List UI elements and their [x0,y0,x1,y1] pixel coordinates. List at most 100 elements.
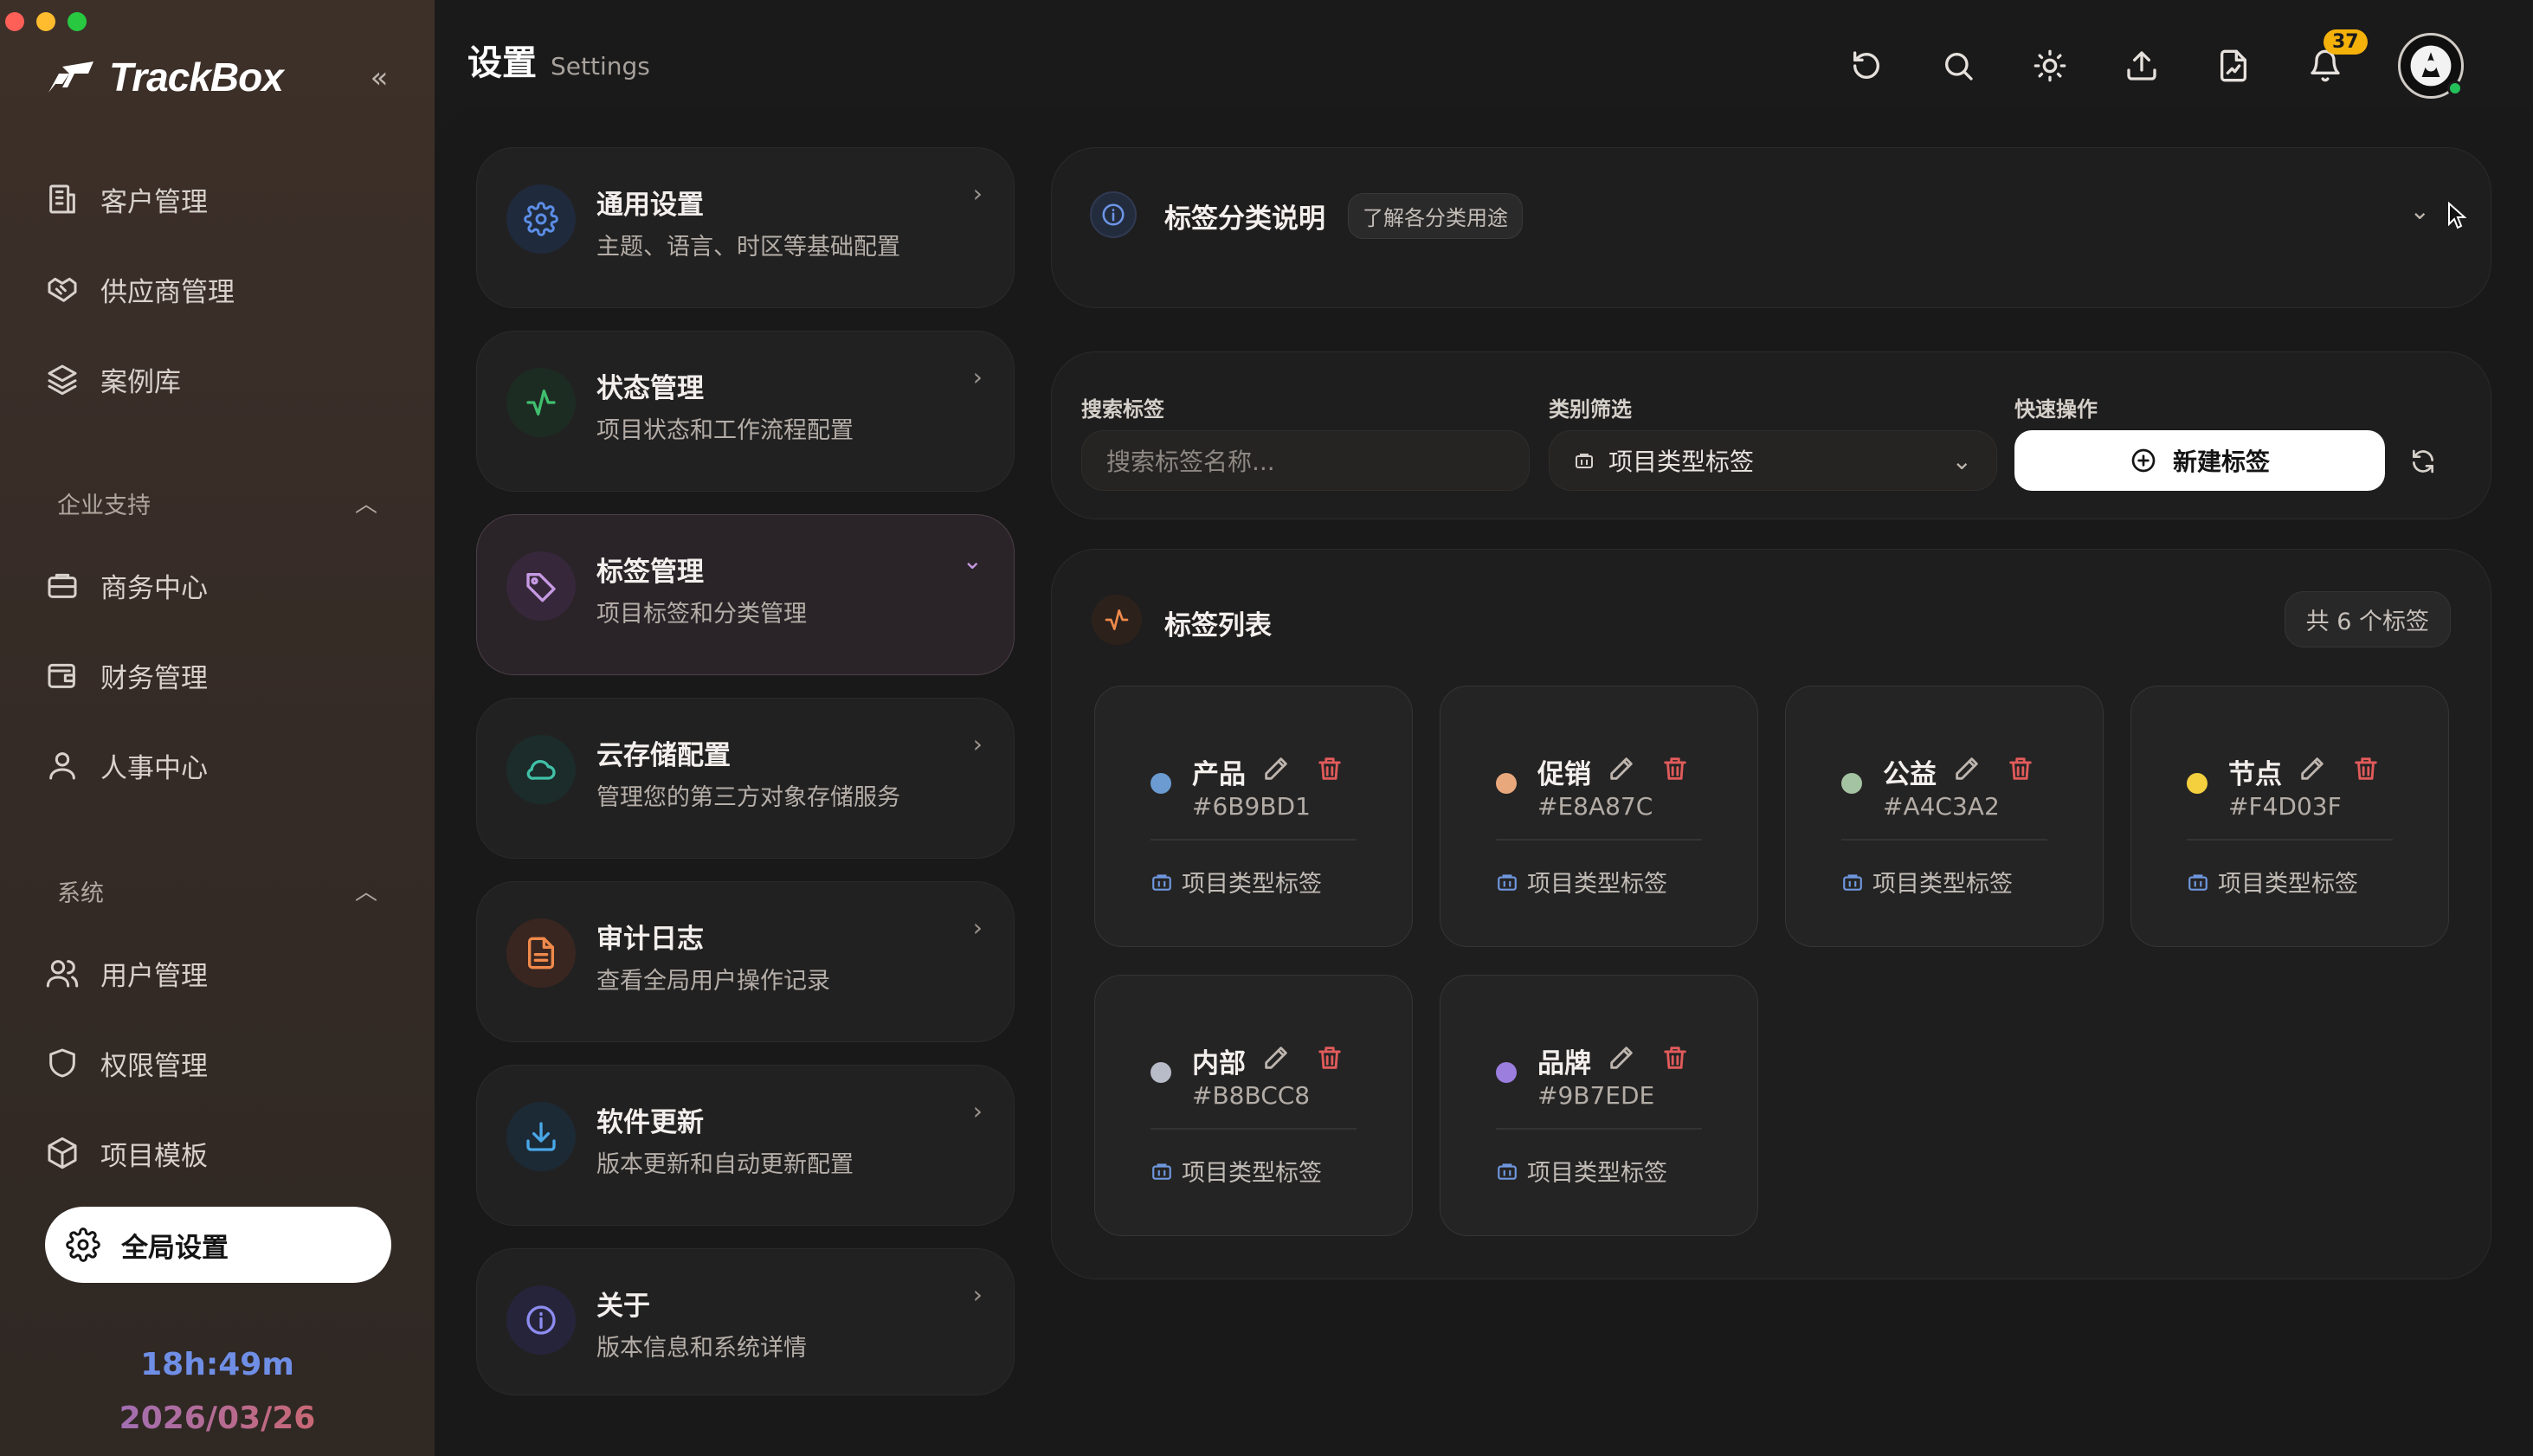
notification-badge: 37 [2324,29,2368,55]
user-avatar[interactable] [2398,33,2464,99]
tag-card[interactable]: 内部 #B8BCC8 项目类型标签 [1094,975,1413,1236]
trash-icon[interactable] [2006,754,2035,783]
chevron-down-icon[interactable]: ⌄ [2410,196,2430,225]
new-tag-button[interactable]: 新建标签 [2014,430,2385,491]
collapse-sidebar-button[interactable]: « [362,61,396,95]
tag-card[interactable]: 促销 #E8A87C 项目类型标签 [1440,686,1758,947]
edit-icon[interactable] [1607,1043,1636,1073]
search-button[interactable] [1939,47,1977,85]
tag-card[interactable]: 品牌 #9B7EDE 项目类型标签 [1440,975,1758,1236]
settings-card-title: 云存储配置 [596,740,731,771]
trash-icon[interactable] [1660,754,1690,783]
sidebar-item-permissions[interactable]: 权限管理 [45,1028,391,1098]
search-icon [1945,53,1973,81]
sidebar: TrackBox « 客户管理 供应商管理 案例库 企业支持 ︿ 商务中心 财务… [0,0,435,1456]
tag-category-info-panel[interactable]: 标签分类说明 了解各分类用途 ⌄ [1051,147,2491,308]
tag-category-label: 项目类型标签 [1527,871,1667,898]
tag-color-dot [2187,773,2208,794]
category-filter-select[interactable]: 项目类型标签 ⌄ [1549,430,1997,491]
edit-icon[interactable] [1607,754,1636,783]
zoom-window-button[interactable] [68,12,87,31]
page-title: 设置 Settings [467,35,650,85]
refresh-tags-button[interactable] [2399,437,2447,486]
settings-card-tags[interactable]: 标签管理 项目标签和分类管理 ⌄ [476,514,1015,675]
tag-category-label: 项目类型标签 [1872,871,2013,898]
page-subtitle: Settings [551,52,650,81]
settings-card-general[interactable]: 通用设置 主题、语言、时区等基础配置 › [476,147,1015,308]
settings-card-status[interactable]: 状态管理 项目状态和工作流程配置 › [476,331,1015,492]
sidebar-item-hr[interactable]: 人事中心 [45,731,391,800]
trash-icon[interactable] [1315,1043,1344,1073]
edit-icon[interactable] [1952,754,1982,783]
nav-group-system[interactable]: 系统 ︿ [57,874,377,908]
download-icon [526,1122,556,1151]
tag-card[interactable]: 公益 #A4C3A2 项目类型标签 [1785,686,2104,947]
tag-category: 项目类型标签 [1841,865,2013,899]
tag-card[interactable]: 节点 #F4D03F 项目类型标签 [2130,686,2449,947]
online-status-dot [2447,81,2463,96]
sidebar-item-label: 用户管理 [100,960,208,992]
briefcase-icon [1498,1163,1517,1180]
handshake-icon [48,277,77,302]
sidebar-item-business[interactable]: 商务中心 [45,551,391,620]
cloud-icon [526,759,556,780]
tag-name: 产品 [1192,759,1246,790]
sidebar-item-templates[interactable]: 项目模板 [45,1118,391,1188]
theme-toggle-button[interactable] [2031,47,2069,85]
sun-icon [2033,49,2066,82]
activity-icon [1092,595,1142,645]
trackbox-logo-icon [48,61,93,93]
trash-icon[interactable] [1315,754,1344,783]
settings-card-about[interactable]: 关于 版本信息和系统详情 › [476,1248,1015,1395]
tag-search-input[interactable]: 搜索标签名称... [1081,430,1530,491]
tag-category-label: 项目类型标签 [1182,1160,1322,1187]
user-icon [49,752,75,780]
sidebar-item-users[interactable]: 用户管理 [45,938,391,1008]
sidebar-item-cases[interactable]: 案例库 [45,345,391,414]
close-window-button[interactable] [5,12,24,31]
sidebar-item-finance[interactable]: 财务管理 [45,641,391,710]
nav-group-enterprise[interactable]: 企业支持 ︿ [57,486,377,520]
edit-icon[interactable] [2298,754,2327,783]
edit-icon[interactable] [1261,754,1291,783]
sidebar-item-customers[interactable]: 客户管理 [45,164,391,234]
sidebar-item-label: 供应商管理 [100,276,235,308]
tag-hex: #A4C3A2 [1883,792,2000,821]
tag-name: 促销 [1537,759,1591,790]
chevron-right-icon: › [972,179,983,208]
settings-card-desc: 管理您的第三方对象存储服务 [596,784,900,811]
tag-color-dot [1150,1062,1171,1083]
nav-group-label: 系统 [57,880,104,907]
tag-color-dot [1496,1062,1517,1083]
tag-color-dot [1841,773,1862,794]
trash-icon[interactable] [2351,754,2381,783]
sidebar-item-label: 人事中心 [100,752,208,784]
trash-icon[interactable] [1660,1043,1690,1073]
tag-category-label: 项目类型标签 [1182,871,1322,898]
clock-date: 2026/03/26 [0,1401,435,1436]
settings-card-audit-log[interactable]: 审计日志 查看全局用户操作记录 › [476,881,1015,1042]
sidebar-item-label: 商务中心 [100,572,208,604]
tag-category: 项目类型标签 [1150,865,1322,899]
notifications-button[interactable]: 37 [2306,29,2368,85]
upload-button[interactable] [2123,47,2161,85]
plus-circle-icon [2131,448,2156,473]
tag-category-label: 项目类型标签 [1527,1160,1667,1187]
brand-logo[interactable]: TrackBox [45,54,284,100]
sign-document-button[interactable] [2214,47,2253,85]
refresh-button[interactable] [1847,47,1885,85]
edit-icon[interactable] [1261,1043,1291,1073]
minimize-window-button[interactable] [36,12,55,31]
tag-list-title: 标签列表 [1164,610,1272,641]
sidebar-item-suppliers[interactable]: 供应商管理 [45,254,391,324]
settings-card-icon [506,368,576,437]
tag-card[interactable]: 产品 #6B9BD1 项目类型标签 [1094,686,1413,947]
tag-name: 品牌 [1537,1048,1591,1079]
settings-card-title: 标签管理 [596,557,704,588]
settings-card-software-update[interactable]: 软件更新 版本更新和自动更新配置 › [476,1065,1015,1226]
sidebar-item-global-settings[interactable]: 全局设置 [45,1207,391,1283]
settings-card-cloud-storage[interactable]: 云存储配置 管理您的第三方对象存储服务 › [476,698,1015,859]
chevron-right-icon: › [972,730,983,758]
settings-card-title: 关于 [596,1291,650,1322]
tag-icon [526,573,556,602]
